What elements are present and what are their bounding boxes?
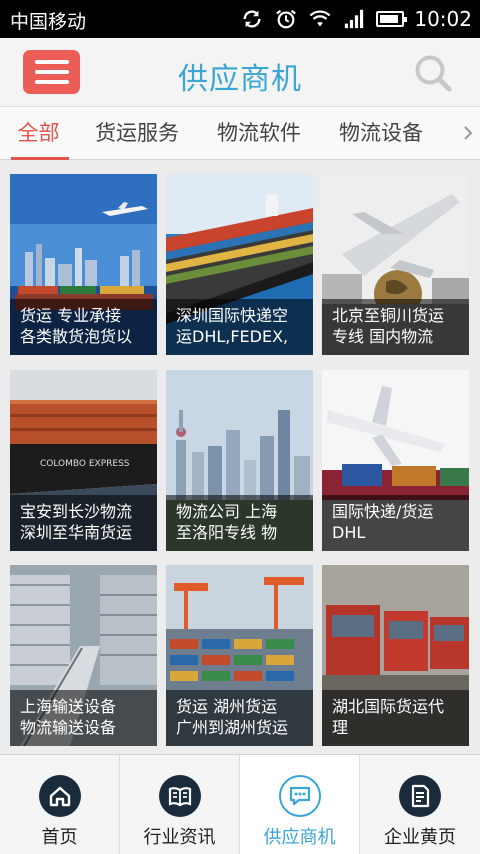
nav-industry-news[interactable]: 行业资讯 <box>120 755 240 854</box>
tab-freight-service[interactable]: 货运服务 <box>91 107 183 160</box>
card-title-line: 宝安到长沙物流 <box>20 502 133 521</box>
tab-logistics-software[interactable]: 物流软件 <box>213 107 305 160</box>
status-icons: 10:02 <box>240 6 472 32</box>
supply-card[interactable]: 物流公司 上海 至洛阳专线 物 <box>166 370 313 551</box>
tab-logistics-equipment[interactable]: 物流设备 <box>335 107 427 160</box>
card-caption: 货运 湖州货运 广州到湖州货运 <box>166 690 313 746</box>
card-title-line: 广州到湖州货运 <box>176 718 289 737</box>
category-tabs: 全部 货运服务 物流软件 物流设备 <box>0 106 480 160</box>
card-caption: 北京至铜川货运 专线 国内物流 <box>322 299 469 355</box>
clock: 10:02 <box>414 7 472 31</box>
chevron-right-icon[interactable] <box>462 123 474 143</box>
card-title-line: 运DHL,FEDEX, <box>176 327 289 346</box>
supply-card[interactable]: 北京至铜川货运 专线 国内物流 <box>322 174 469 355</box>
card-caption: 宝安到长沙物流 深圳至华南货运 <box>10 495 157 551</box>
supply-card[interactable]: 湖北国际货运代 理 <box>322 565 469 746</box>
home-icon <box>39 775 81 817</box>
nav-label: 首页 <box>41 827 78 848</box>
card-title-line: 深圳国际快递空 <box>176 306 289 325</box>
card-caption: 湖北国际货运代 理 <box>322 690 469 746</box>
chat-bubble-icon <box>279 775 321 817</box>
nav-label: 企业黄页 <box>384 827 456 848</box>
search-icon[interactable] <box>412 52 454 94</box>
wifi-icon <box>309 10 331 27</box>
card-title-line: 物流输送设备 <box>20 718 117 737</box>
document-icon <box>399 775 441 817</box>
card-title-line: 深圳至华南货运 <box>20 523 133 542</box>
supply-card[interactable]: 货运 湖州货运 广州到湖州货运 <box>166 565 313 746</box>
card-title-line: 湖北国际货运代 <box>332 697 445 716</box>
nav-label: 行业资讯 <box>143 827 216 848</box>
card-title-line: 各类散货泡货以 <box>20 327 133 346</box>
svg-text:COLOMBO EXPRESS: COLOMBO EXPRESS <box>40 459 130 469</box>
sync-icon <box>243 10 261 28</box>
nav-home[interactable]: 首页 <box>0 755 120 854</box>
card-title-line: DHL <box>332 523 366 542</box>
card-caption: 国际快递/货运 DHL <box>322 495 469 551</box>
card-title-line: 货运 湖州货运 <box>176 697 278 716</box>
status-bar: 中国移动 10:02 <box>0 0 480 38</box>
card-title-line: 理 <box>332 718 349 737</box>
card-caption: 上海输送设备 物流输送设备 <box>10 690 157 746</box>
app-header: 供应商机 <box>0 38 480 106</box>
book-icon <box>159 775 201 817</box>
alarm-icon <box>276 9 297 29</box>
card-title-line: 物流公司 上海 <box>176 502 278 521</box>
card-title-line: 至洛阳专线 物 <box>176 523 278 542</box>
nav-label: 供应商机 <box>263 827 336 848</box>
card-title-line: 专线 国内物流 <box>332 327 434 346</box>
carrier-name: 中国移动 <box>10 11 87 33</box>
bottom-nav: 首页 行业资讯 供应商机 企业黄页 <box>0 754 480 854</box>
card-title-line: 北京至铜川货运 <box>332 306 445 325</box>
signal-icon <box>345 9 364 29</box>
card-caption: 货运 专业承接 各类散货泡货以 <box>10 299 157 355</box>
card-title-line: 货运 专业承接 <box>20 306 122 325</box>
card-title-line: 上海输送设备 <box>20 697 117 716</box>
tab-all[interactable]: 全部 <box>11 107 69 160</box>
supply-card[interactable]: 深圳国际快递空 运DHL,FEDEX, <box>166 174 313 355</box>
supply-card[interactable]: 国际快递/货运 DHL <box>322 370 469 551</box>
supply-card[interactable]: COLOMBO EXPRESS 宝安到长沙物流 深圳至华南货运 <box>10 370 157 551</box>
nav-yellow-pages[interactable]: 企业黄页 <box>360 755 480 854</box>
card-caption: 物流公司 上海 至洛阳专线 物 <box>166 495 313 551</box>
card-caption: 深圳国际快递空 运DHL,FEDEX, <box>166 299 313 355</box>
page-title: 供应商机 <box>178 62 302 97</box>
supply-card[interactable]: 上海输送设备 物流输送设备 <box>10 565 157 746</box>
nav-supply-opportunities[interactable]: 供应商机 <box>240 755 360 854</box>
card-title-line: 国际快递/货运 <box>332 502 434 521</box>
battery-icon <box>376 11 408 27</box>
supply-card[interactable]: 货运 专业承接 各类散货泡货以 <box>10 174 157 355</box>
